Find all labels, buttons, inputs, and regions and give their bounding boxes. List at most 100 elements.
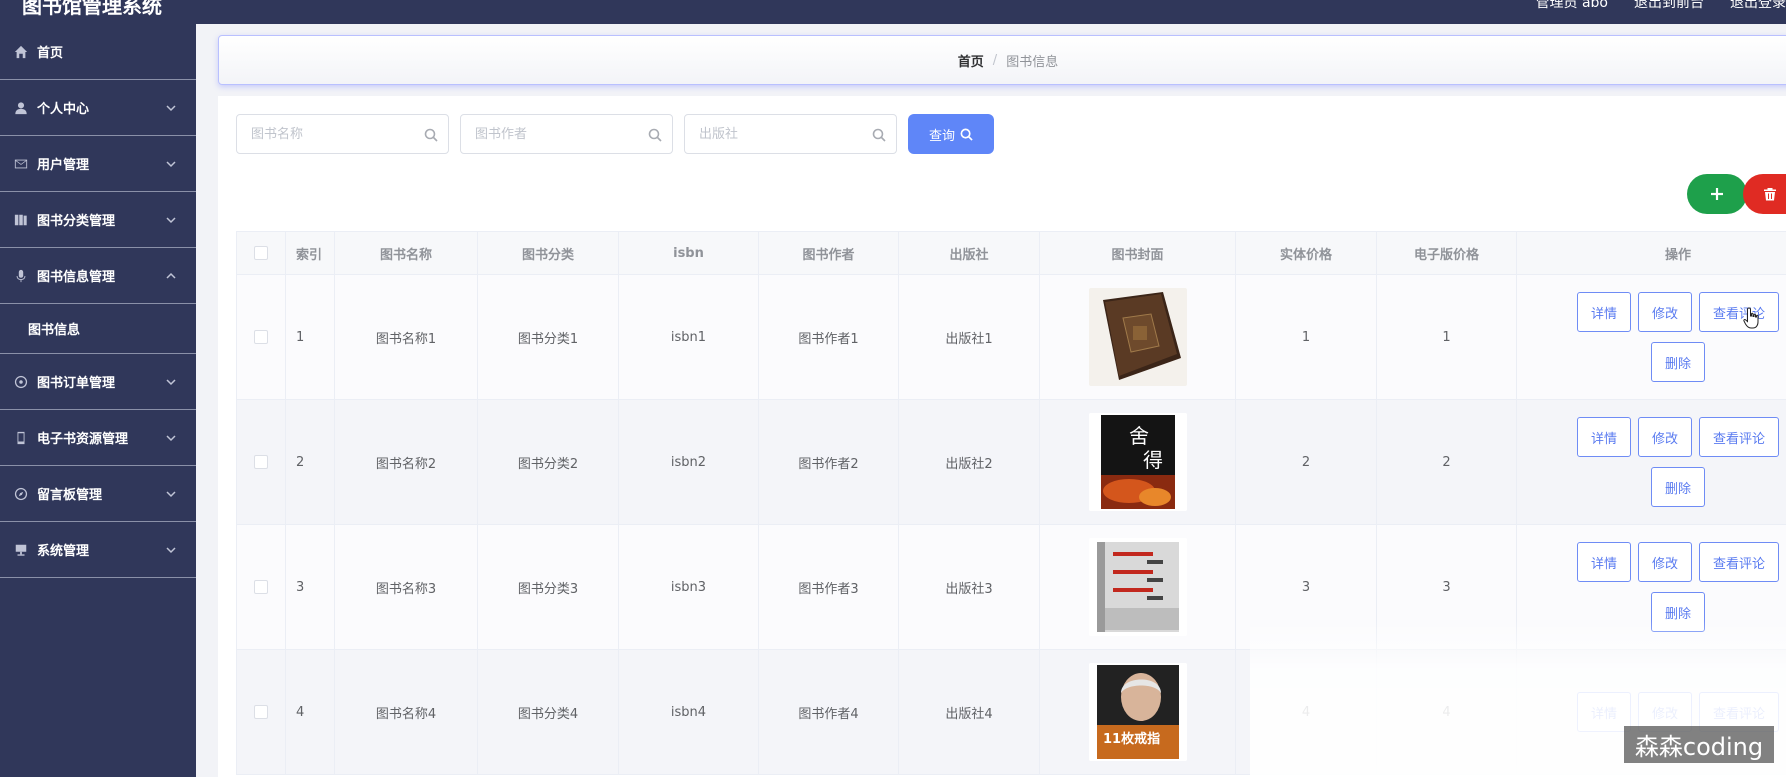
- breadcrumb-home[interactable]: 首页: [958, 51, 984, 70]
- book-name-input[interactable]: [237, 115, 448, 153]
- delete-button[interactable]: 删除: [1650, 342, 1705, 382]
- chevron-down-icon: [166, 544, 176, 554]
- sidebar-item-book-info-management[interactable]: 图书信息管理: [0, 248, 196, 304]
- header-isbn: isbn: [619, 232, 759, 274]
- top-links: 管理员 abo 退出到前台 退出登录: [1536, 0, 1786, 12]
- category-cell: 图书分类4: [478, 650, 619, 774]
- select-all-checkbox[interactable]: [254, 246, 268, 260]
- edit-button[interactable]: 修改: [1637, 417, 1692, 457]
- batch-delete-button[interactable]: [1743, 174, 1786, 214]
- book-name-cell: 图书名称3: [335, 525, 478, 649]
- admin-user-link[interactable]: 管理员 abo: [1536, 0, 1608, 12]
- sidebar-item-user-management[interactable]: 用户管理: [0, 136, 196, 192]
- table-header: 索引 图书名称 图书分类 isbn 图书作者 出版社 图书封面 实体价格 电子版…: [237, 232, 1786, 275]
- sidebar-item-message-board[interactable]: 留言板管理: [0, 466, 196, 522]
- user-icon: [14, 101, 28, 115]
- publisher-cell: 出版社4: [899, 650, 1040, 774]
- header-eprice: 电子版价格: [1377, 232, 1517, 274]
- compass-icon: [14, 487, 28, 501]
- price-cell: 1: [1236, 275, 1377, 399]
- actions-cell: 详情 修改 查看评论 删除: [1517, 525, 1786, 649]
- edit-button[interactable]: 修改: [1637, 292, 1692, 332]
- plus-icon: [1711, 188, 1723, 200]
- header-category: 图书分类: [478, 232, 619, 274]
- publisher-input[interactable]: [685, 115, 896, 153]
- cover-cell: 11枚戒指: [1040, 650, 1236, 774]
- detail-button[interactable]: 详情: [1576, 417, 1631, 457]
- isbn-cell: isbn3: [619, 525, 759, 649]
- eprice-cell: 1: [1377, 275, 1517, 399]
- view-comments-button[interactable]: 查看评论: [1699, 542, 1780, 582]
- sidebar-item-label: 个人中心: [37, 102, 90, 117]
- sidebar-item-label: 图书分类管理: [37, 214, 116, 229]
- chevron-down-icon: [166, 158, 176, 168]
- edit-button[interactable]: 修改: [1637, 542, 1692, 582]
- book-cover-image[interactable]: [1088, 288, 1187, 386]
- search-icon: [960, 128, 973, 141]
- detail-button[interactable]: 详情: [1576, 692, 1631, 732]
- phone-icon: [14, 431, 28, 445]
- delete-button[interactable]: 删除: [1650, 592, 1705, 632]
- chevron-down-icon: [166, 488, 176, 498]
- book-cover-image[interactable]: 11枚戒指: [1088, 663, 1187, 761]
- sidebar-item-ebook-resources[interactable]: 电子书资源管理: [0, 410, 196, 466]
- dial-icon: [14, 375, 28, 389]
- author-cell: 图书作者2: [759, 400, 899, 524]
- book-name-cell: 图书名称4: [335, 650, 478, 774]
- row-checkbox[interactable]: [254, 455, 268, 469]
- price-cell: 2: [1236, 400, 1377, 524]
- row-checkbox[interactable]: [254, 705, 268, 719]
- query-button-label: 查询: [928, 128, 955, 144]
- book-author-search: [460, 114, 673, 154]
- book-icon: [14, 213, 28, 227]
- breadcrumb-current: 图书信息: [1006, 54, 1059, 70]
- hand-cursor-icon: [1743, 307, 1761, 329]
- sidebar-subitem-book-info[interactable]: 图书信息: [0, 304, 196, 354]
- back-to-frontend-link[interactable]: 退出到前台: [1634, 0, 1704, 12]
- category-cell: 图书分类2: [478, 400, 619, 524]
- isbn-cell: isbn2: [619, 400, 759, 524]
- price-cell: 4: [1236, 650, 1377, 774]
- book-name-cell: 图书名称2: [335, 400, 478, 524]
- home-icon: [14, 45, 28, 59]
- category-cell: 图书分类3: [478, 525, 619, 649]
- delete-button[interactable]: 删除: [1650, 467, 1705, 507]
- trash-icon: [1764, 188, 1776, 201]
- query-button[interactable]: 查询: [908, 114, 994, 154]
- sidebar-item-personal-center[interactable]: 个人中心: [0, 80, 196, 136]
- sidebar-item-order-management[interactable]: 图书订单管理: [0, 354, 196, 410]
- book-cover-image[interactable]: 舍 得: [1088, 413, 1187, 511]
- isbn-cell: isbn4: [619, 650, 759, 774]
- header-select-cell: [237, 232, 286, 274]
- eprice-cell: 3: [1377, 525, 1517, 649]
- isbn-cell: isbn1: [619, 275, 759, 399]
- view-comments-button[interactable]: 查看评论: [1699, 292, 1780, 332]
- sidebar-item-system-management[interactable]: 系统管理: [0, 522, 196, 578]
- price-cell: 3: [1236, 525, 1377, 649]
- book-cover-image[interactable]: [1088, 538, 1187, 636]
- search-icon: [648, 127, 662, 142]
- actions-cell: 详情 修改 查看评论 删除: [1517, 275, 1786, 399]
- view-comments-button[interactable]: 查看评论: [1699, 417, 1780, 457]
- content-panel: 查询 索引 图书名称 图书分类 isbn 图书作者 出版社 图书封面 实体价格 …: [218, 96, 1786, 777]
- cover-title-text: 11枚戒指: [1103, 731, 1160, 747]
- logout-link[interactable]: 退出登录: [1730, 0, 1786, 12]
- breadcrumb-separator: /: [992, 52, 998, 68]
- sidebar-item-label: 图书订单管理: [37, 376, 116, 391]
- table-row: 4 图书名称4 图书分类4 isbn4 图书作者4 出版社4 11枚戒指 4 4…: [237, 650, 1786, 775]
- sidebar-item-label: 图书信息管理: [37, 270, 116, 285]
- sidebar-item-home[interactable]: 首页: [0, 24, 196, 80]
- row-checkbox[interactable]: [254, 580, 268, 594]
- detail-button[interactable]: 详情: [1576, 542, 1631, 582]
- index-cell: 4: [286, 650, 335, 774]
- watermark: 森森coding: [1624, 726, 1774, 763]
- row-select-cell: [237, 525, 286, 649]
- book-author-input[interactable]: [461, 115, 672, 153]
- cover-cell: 舍 得: [1040, 400, 1236, 524]
- header-publisher: 出版社: [899, 232, 1040, 274]
- header-author: 图书作者: [759, 232, 899, 274]
- add-button[interactable]: [1687, 174, 1747, 214]
- sidebar-item-category-management[interactable]: 图书分类管理: [0, 192, 196, 248]
- row-checkbox[interactable]: [254, 330, 268, 344]
- detail-button[interactable]: 详情: [1576, 292, 1631, 332]
